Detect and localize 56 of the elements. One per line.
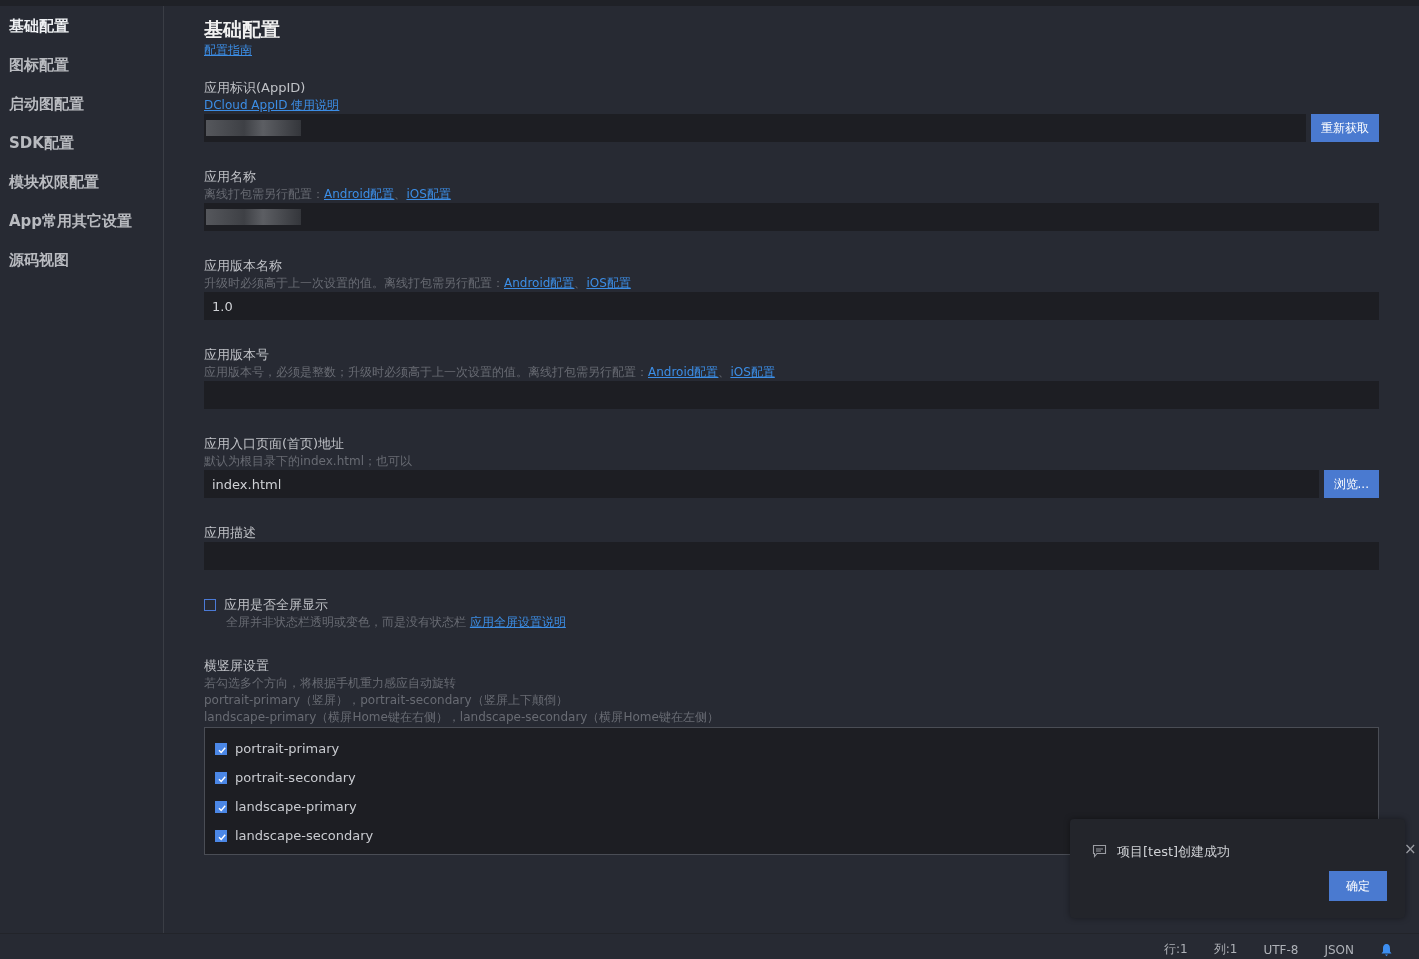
- action-button[interactable]: 浏览...: [1323, 470, 1379, 498]
- checkbox-label: 应用是否全屏显示: [224, 596, 328, 614]
- hint-text: 全屏并非状态栏透明或变色，而是没有状态栏: [226, 615, 467, 629]
- close-button[interactable]: ×: [1404, 840, 1417, 858]
- field-label: 应用名称: [204, 168, 257, 186]
- input-field[interactable]: [204, 203, 1379, 231]
- checkbox[interactable]: [215, 771, 227, 784]
- confirm-button[interactable]: 确定: [1329, 871, 1387, 901]
- option-label: landscape-secondary: [235, 828, 374, 843]
- sidebar-item[interactable]: 模块权限配置: [0, 172, 163, 211]
- checkbox[interactable]: [215, 800, 227, 813]
- page-title: 基础配置: [204, 17, 281, 42]
- notification-message: 项目[test]创建成功: [1117, 843, 1231, 861]
- field-label: 应用版本名称: [204, 257, 283, 275]
- hint-link[interactable]: iOS配置: [586, 276, 631, 290]
- field-label: 应用标识(AppID): [204, 79, 307, 97]
- option-label: landscape-primary: [235, 799, 357, 814]
- bell-icon[interactable]: [1380, 942, 1393, 957]
- input-field[interactable]: index.html: [204, 470, 1319, 498]
- message-icon: [1092, 844, 1107, 858]
- hint-text: 、: [718, 365, 731, 379]
- status-item: JSON: [1324, 942, 1354, 957]
- checkbox[interactable]: [215, 829, 227, 842]
- field-label: 应用入口页面(首页)地址: [204, 435, 346, 453]
- sidebar-item[interactable]: 基础配置: [0, 16, 163, 55]
- checkbox[interactable]: [215, 742, 227, 755]
- sidebar-item[interactable]: SDK配置: [0, 133, 163, 172]
- sidebar-item[interactable]: 启动图配置: [0, 94, 163, 133]
- hint-text: 若勾选多个方向，将根据手机重力感应自动旋转: [204, 675, 457, 692]
- hint-link[interactable]: Android配置: [324, 187, 395, 201]
- hint-text: 、: [394, 187, 407, 201]
- hint-link[interactable]: iOS配置: [730, 365, 775, 379]
- field-label: 横竖屏设置: [204, 657, 270, 675]
- hint-link[interactable]: 应用全屏设置说明: [469, 615, 566, 629]
- hint-link[interactable]: Android配置: [648, 365, 719, 379]
- field-label: 应用描述: [204, 524, 257, 542]
- field-label: 应用版本号: [204, 346, 270, 364]
- guide-link[interactable]: 配置指南: [204, 42, 252, 59]
- hint-link[interactable]: iOS配置: [406, 187, 451, 201]
- hint-text: 、: [574, 276, 587, 290]
- hint-text: 默认为根目录下的index.html；也可以: [204, 454, 412, 468]
- checkbox[interactable]: [204, 599, 216, 611]
- input-field[interactable]: [204, 114, 1306, 142]
- sidebar-item[interactable]: 源码视图: [0, 250, 163, 289]
- hint-link[interactable]: DCloud AppID 使用说明: [204, 98, 340, 112]
- hint-link[interactable]: Android配置: [504, 276, 575, 290]
- input-field[interactable]: 1.0: [204, 292, 1379, 320]
- sidebar-item[interactable]: App常用其它设置: [0, 211, 163, 250]
- status-item: 列:1: [1213, 941, 1238, 958]
- status-item: 行:1: [1164, 941, 1188, 958]
- action-button[interactable]: 重新获取: [1311, 114, 1379, 142]
- option-label: portrait-secondary: [235, 770, 356, 785]
- option-label: portrait-primary: [235, 741, 340, 756]
- hint-text: landscape-primary（横屏Home键在右侧），landscape-secondary（横屏Home键在左侧）: [204, 709, 720, 726]
- sidebar-item[interactable]: 图标配置: [0, 55, 163, 94]
- status-item: UTF-8: [1263, 942, 1299, 957]
